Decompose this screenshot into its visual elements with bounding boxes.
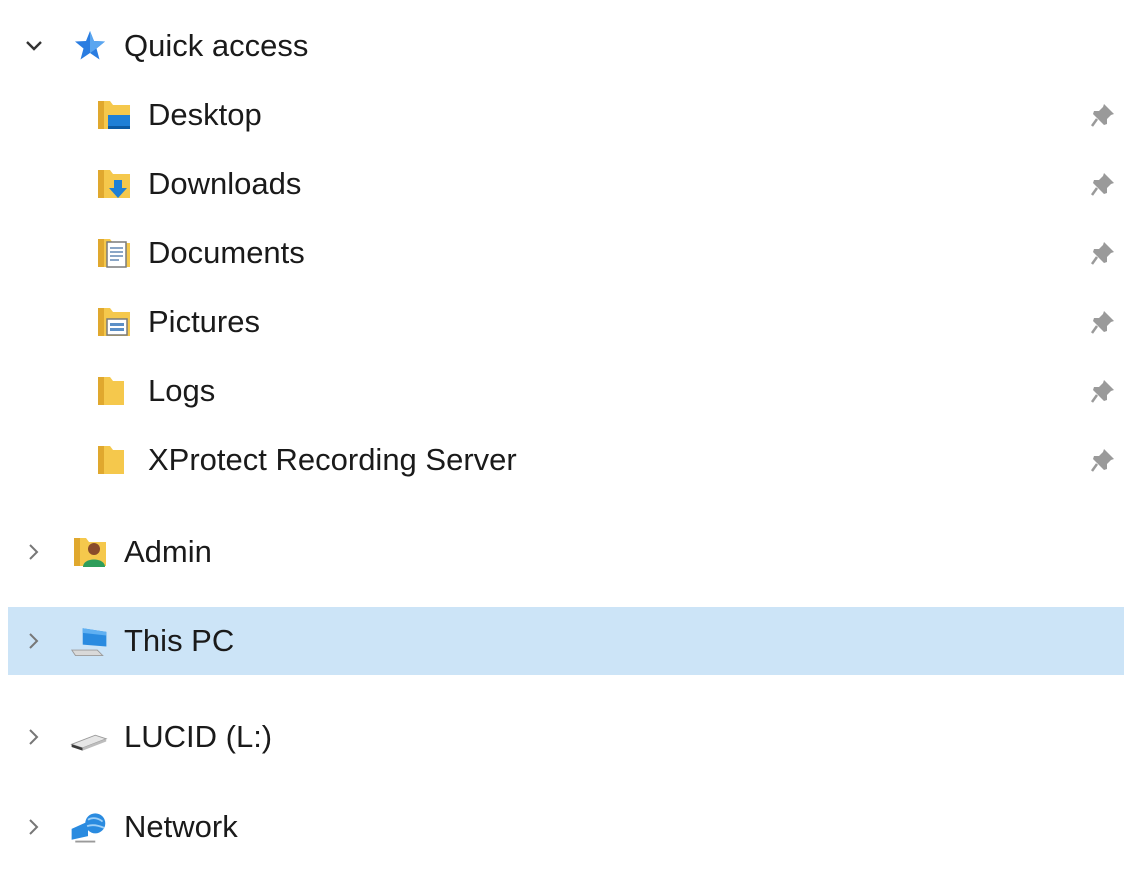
pin-icon[interactable] xyxy=(1086,167,1120,201)
nav-item-label: Pictures xyxy=(148,304,260,339)
chevron-right-icon[interactable] xyxy=(22,725,46,749)
desktop-folder-icon xyxy=(94,95,134,135)
nav-item-label: Downloads xyxy=(148,166,302,201)
chevron-right-icon[interactable] xyxy=(22,815,46,839)
navigation-pane: Quick access Desktop Downloads Documents… xyxy=(0,0,1124,874)
nav-item-label: Admin xyxy=(124,534,212,569)
quick-access-item-documents[interactable]: Documents xyxy=(0,219,1124,287)
nav-item-network[interactable]: Network xyxy=(0,793,1124,861)
chevron-down-icon[interactable] xyxy=(22,34,46,58)
computer-icon xyxy=(70,621,110,661)
chevron-right-icon[interactable] xyxy=(22,629,46,653)
nav-item-label: Logs xyxy=(148,373,216,408)
quick-access-item-pictures[interactable]: Pictures xyxy=(0,288,1124,356)
pin-icon[interactable] xyxy=(1086,443,1120,477)
nav-item-label: XProtect Recording Server xyxy=(148,442,517,477)
network-icon xyxy=(68,807,108,847)
nav-item-label: Quick access xyxy=(124,28,309,63)
chevron-right-icon[interactable] xyxy=(22,540,46,564)
nav-item-label: Desktop xyxy=(148,97,262,132)
nav-item-label: This PC xyxy=(124,623,235,658)
nav-item-label: LUCID (L:) xyxy=(124,719,273,754)
star-icon xyxy=(70,26,110,66)
pin-icon[interactable] xyxy=(1086,305,1120,339)
nav-item-lucid-drive[interactable]: LUCID (L:) xyxy=(0,703,1124,771)
pin-icon[interactable] xyxy=(1086,236,1120,270)
pictures-folder-icon xyxy=(94,302,134,342)
quick-access-item-xprotect-recording-server[interactable]: XProtect Recording Server xyxy=(0,426,1124,494)
user-folder-icon xyxy=(70,532,110,572)
nav-item-label: Network xyxy=(124,809,238,844)
pin-icon[interactable] xyxy=(1086,374,1120,408)
pin-icon[interactable] xyxy=(1086,98,1120,132)
quick-access-item-desktop[interactable]: Desktop xyxy=(0,81,1124,149)
quick-access-item-logs[interactable]: Logs xyxy=(0,357,1124,425)
downloads-folder-icon xyxy=(94,164,134,204)
folder-icon xyxy=(94,371,134,411)
drive-icon xyxy=(68,717,108,757)
documents-folder-icon xyxy=(94,233,134,273)
folder-icon xyxy=(94,440,134,480)
quick-access-item-downloads[interactable]: Downloads xyxy=(0,150,1124,218)
nav-item-label: Documents xyxy=(148,235,305,270)
nav-item-this-pc[interactable]: This PC xyxy=(8,607,1124,675)
nav-item-admin[interactable]: Admin xyxy=(0,518,1124,586)
nav-item-quick-access[interactable]: Quick access xyxy=(0,12,1124,80)
